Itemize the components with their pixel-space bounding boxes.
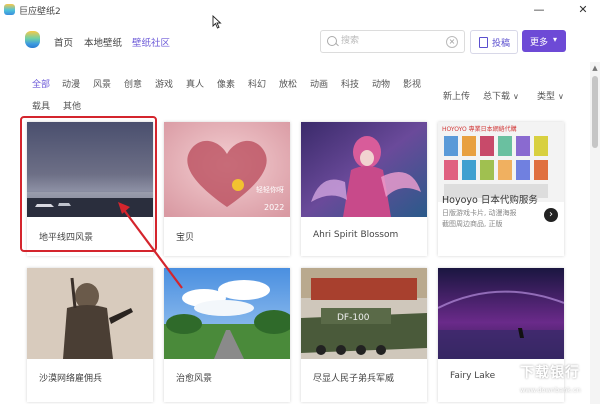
category-games[interactable]: 游戏 bbox=[155, 77, 173, 90]
category-relax[interactable]: 放松 bbox=[279, 77, 297, 90]
app-header: 首页 本地壁纸 壁纸社区 × 投稿 更多 ▾ bbox=[0, 22, 600, 62]
wallpaper-card[interactable]: DF-100 尽显人民子弟兵军威 bbox=[301, 268, 427, 402]
wallpaper-thumbnail bbox=[438, 268, 564, 359]
clear-search-icon[interactable]: × bbox=[446, 36, 458, 48]
type-filter[interactable]: 类型 ∨ bbox=[537, 89, 564, 102]
watermark-url: www.downbank.cn bbox=[520, 386, 581, 394]
ad-arrow-button[interactable]: › bbox=[544, 208, 558, 222]
heart-sign-text: 轻轻你呀 bbox=[256, 185, 284, 194]
ad-subtitle: 日版游戏卡片, 动漫海报 bbox=[442, 209, 517, 217]
sort-newest-label: 新上传 bbox=[443, 92, 471, 102]
search-input[interactable] bbox=[341, 34, 441, 48]
category-tech[interactable]: 科技 bbox=[341, 77, 359, 90]
wallpaper-card[interactable]: Ahri Spirit Blossom bbox=[301, 122, 427, 256]
wallpaper-card[interactable]: 沙漠网络雇佣兵 bbox=[27, 268, 153, 402]
wallpaper-title: 宝贝 bbox=[176, 233, 195, 243]
category-scifi[interactable]: 科幻 bbox=[248, 77, 266, 90]
more-button[interactable]: 更多 ▾ bbox=[522, 30, 566, 52]
category-scenery[interactable]: 风景 bbox=[93, 77, 111, 90]
submit-wallpaper-button[interactable]: 投稿 bbox=[470, 30, 518, 54]
sort-downloads[interactable]: 总下载 ∨ bbox=[483, 89, 519, 102]
minimize-button[interactable]: — bbox=[522, 0, 556, 20]
title-bar: 巨应壁纸2 — ✕ bbox=[0, 0, 600, 20]
scrollbar-thumb[interactable] bbox=[592, 76, 598, 148]
chevron-down-icon: ∨ bbox=[513, 92, 519, 101]
category-other[interactable]: 其他 bbox=[63, 99, 81, 112]
app-icon bbox=[4, 4, 15, 15]
heart-year-text: 2022 bbox=[264, 203, 284, 212]
nav-home[interactable]: 首页 bbox=[54, 35, 73, 49]
upload-icon bbox=[479, 37, 488, 48]
category-vehicles[interactable]: 载具 bbox=[32, 99, 50, 112]
wallpaper-thumbnail: DF-100 bbox=[301, 268, 427, 359]
wallpaper-card[interactable]: 治愈风景 bbox=[164, 268, 290, 402]
wallpaper-title: 沙漠网络雇佣兵 bbox=[39, 374, 103, 384]
app-logo bbox=[25, 31, 40, 48]
scroll-up-icon[interactable]: ▲ bbox=[590, 64, 600, 72]
more-label: 更多 bbox=[530, 38, 549, 48]
wallpaper-title: Fairy Lake bbox=[450, 371, 496, 381]
search-box[interactable]: × bbox=[320, 30, 465, 53]
category-animals[interactable]: 动物 bbox=[372, 77, 390, 90]
wallpaper-title: 尽显人民子弟兵军威 bbox=[313, 374, 395, 384]
chevron-down-icon: ∨ bbox=[558, 92, 564, 101]
category-anime[interactable]: 动漫 bbox=[62, 77, 80, 90]
wallpaper-card[interactable]: 轻轻你呀 2022 宝贝 bbox=[164, 122, 290, 256]
sort-downloads-label: 总下载 bbox=[483, 92, 511, 102]
wallpaper-thumbnail bbox=[301, 122, 427, 217]
wallpaper-title: 治愈风景 bbox=[176, 374, 213, 384]
ad-subtitle: 截图周边商品, 正版 bbox=[442, 220, 503, 228]
ad-title: Hoyoyo 日本代购服务 bbox=[442, 195, 538, 206]
category-people[interactable]: 真人 bbox=[186, 77, 204, 90]
wallpaper-thumbnail: 轻轻你呀 2022 bbox=[164, 122, 290, 217]
type-filter-label: 类型 bbox=[537, 92, 556, 102]
close-button[interactable]: ✕ bbox=[566, 0, 600, 20]
category-all[interactable]: 全部 bbox=[32, 77, 50, 90]
nav-local-wallpapers[interactable]: 本地壁纸 bbox=[84, 35, 122, 49]
window-title: 巨应壁纸2 bbox=[19, 7, 61, 17]
ad-card[interactable]: HOYOYO 專業日本網絡代購 Hoyoyo 日本代购服务 日版游戏卡片, 动漫… bbox=[438, 122, 564, 256]
submit-label: 投稿 bbox=[492, 39, 511, 49]
search-icon[interactable] bbox=[327, 36, 337, 46]
ad-header-text: HOYOYO 專業日本網絡代購 bbox=[442, 125, 517, 133]
category-animation[interactable]: 动画 bbox=[310, 77, 328, 90]
tank-plate-text: DF-100 bbox=[337, 313, 370, 323]
category-pixel[interactable]: 像素 bbox=[217, 77, 235, 90]
category-film[interactable]: 影视 bbox=[403, 77, 421, 90]
category-creative[interactable]: 创意 bbox=[124, 77, 142, 90]
ad-banner: HOYOYO 專業日本網絡代購 bbox=[438, 122, 564, 202]
highlight-box bbox=[20, 116, 157, 252]
watermark-title: 下载银行 bbox=[520, 365, 580, 381]
chevron-down-icon: ▾ bbox=[553, 35, 558, 44]
wallpaper-thumbnail bbox=[164, 268, 290, 359]
wallpaper-title: Ahri Spirit Blossom bbox=[313, 230, 399, 240]
nav-wallpaper-community[interactable]: 壁纸社区 bbox=[132, 35, 170, 49]
sort-newest[interactable]: 新上传 bbox=[443, 89, 470, 102]
wallpaper-thumbnail bbox=[27, 268, 153, 359]
